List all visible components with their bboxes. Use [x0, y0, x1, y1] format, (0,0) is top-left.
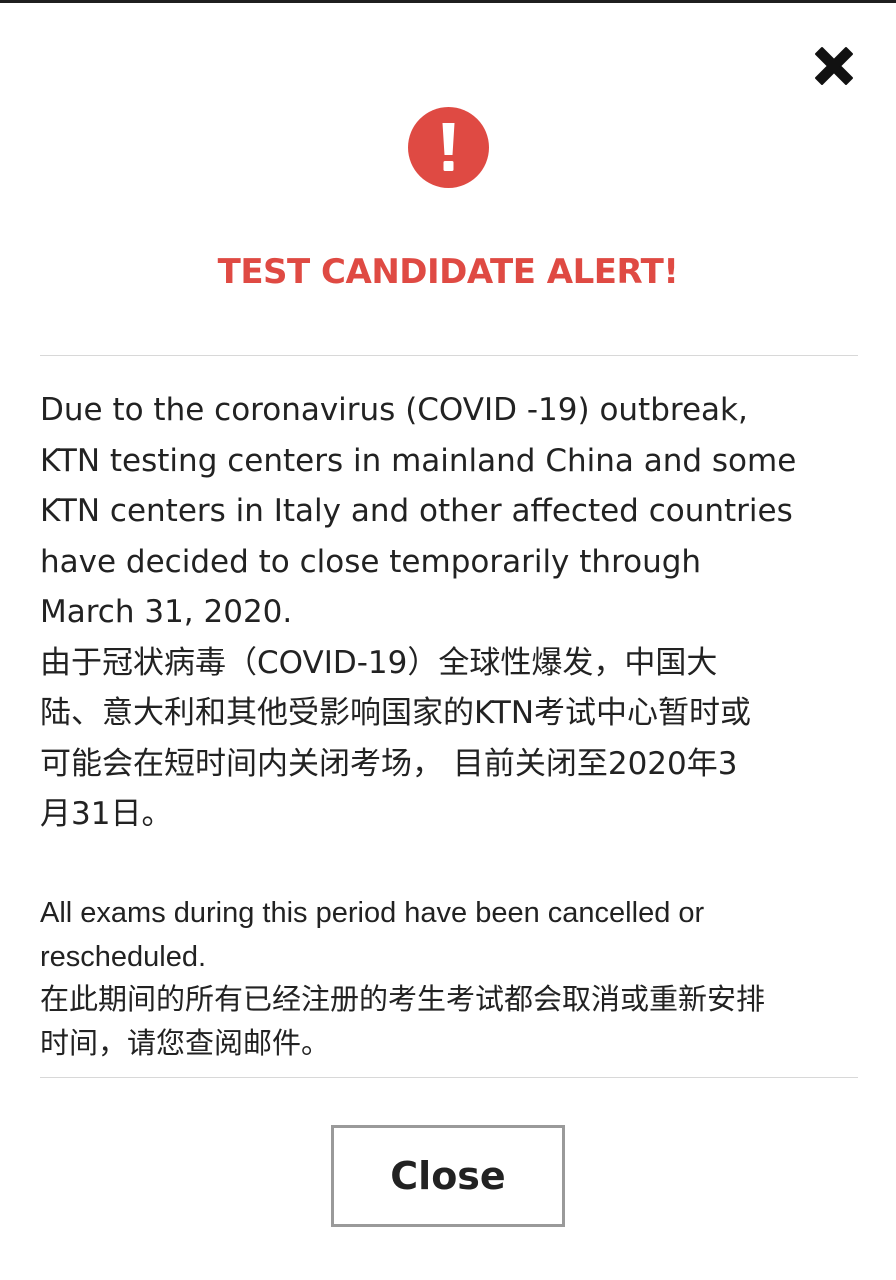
close-button[interactable]: Close: [331, 1125, 565, 1227]
divider-top: [40, 355, 858, 356]
close-x-icon[interactable]: [812, 44, 856, 88]
alert-title: TEST CANDIDATE ALERT!: [217, 252, 679, 292]
message-en-line: Due to the coronavirus (COVID -19) outbr…: [40, 392, 748, 428]
message-zh-line: 由于冠状病毒（COVID-19）全球性爆发，中国大: [40, 644, 718, 681]
alert-modal: TEST CANDIDATE ALERT! Due to the coronav…: [0, 0, 896, 1280]
message-zh-line: 陆、意大利和其他受影响国家的KTN考试中心暂时或: [40, 695, 752, 731]
notice-en-line: All exams during this period have been c…: [40, 897, 705, 929]
top-edge-bar: [0, 0, 896, 3]
exam-notice: All exams during this period have been c…: [40, 892, 860, 1066]
message-en-line: KTN centers in Italy and other affected …: [40, 493, 793, 529]
exclamation-circle-icon: [408, 107, 489, 188]
message-en-line: KTN testing centers in mainland China an…: [40, 442, 797, 479]
divider-bottom: [40, 1077, 858, 1078]
notice-en-line: rescheduled.: [40, 940, 207, 973]
notice-zh-line: 时间，请您查阅邮件。: [40, 1027, 331, 1060]
message-en-line: March 31, 2020.: [40, 594, 293, 630]
alert-message: Due to the coronavirus (COVID -19) outbr…: [40, 385, 866, 840]
message-zh-line: 可能会在短时间内关闭考场， 目前关闭至2020年3: [40, 745, 738, 782]
message-zh-line: 月31日。: [40, 796, 173, 832]
message-en-line: have decided to close temporarily throug…: [40, 543, 702, 580]
notice-zh-line: 在此期间的所有已经注册的考生考试都会取消或重新安排: [40, 984, 766, 1016]
